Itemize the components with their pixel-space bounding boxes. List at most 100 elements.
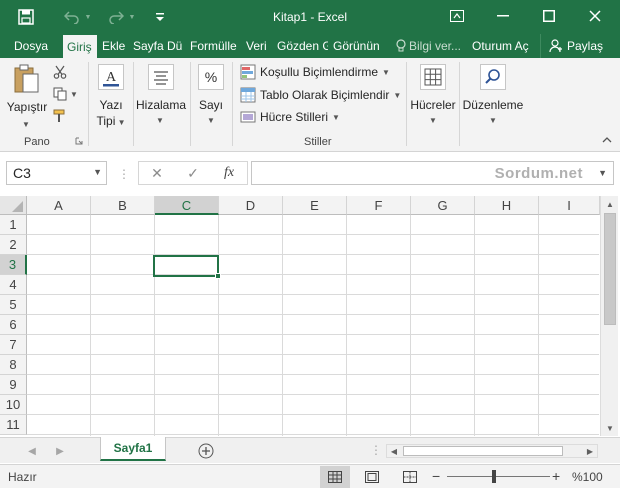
format-painter-icon[interactable] xyxy=(52,108,68,124)
column-header-g[interactable]: G xyxy=(411,196,475,215)
insert-function-icon[interactable]: fx xyxy=(217,164,241,182)
column-header-c[interactable]: C xyxy=(155,196,219,215)
tab-page-layout[interactable]: Sayfa Dü xyxy=(129,34,185,58)
row-header-1[interactable]: 1 xyxy=(0,215,27,235)
dialog-launcher-icon[interactable] xyxy=(74,136,84,146)
confirm-entry-icon[interactable]: ✓ xyxy=(181,164,205,182)
cells-label[interactable]: Hücreler xyxy=(409,98,457,113)
zoom-out-icon[interactable]: − xyxy=(432,468,440,484)
row-header-6[interactable]: 6 xyxy=(0,315,27,335)
format-as-table-button[interactable]: Tablo Olarak Biçimlendir ▼ xyxy=(240,85,401,105)
select-all-button[interactable] xyxy=(0,196,27,215)
column-header-a[interactable]: A xyxy=(27,196,91,215)
share-button[interactable]: Paylaş xyxy=(540,34,620,58)
expand-formula-bar-icon[interactable]: ▼ xyxy=(598,168,607,178)
tab-review[interactable]: Gözden G xyxy=(273,34,328,58)
page-layout-view-icon[interactable] xyxy=(357,466,387,488)
cell-area[interactable] xyxy=(27,215,599,436)
alignment-label[interactable]: Hizalama xyxy=(135,98,187,113)
cancel-entry-icon[interactable]: ✕ xyxy=(145,164,169,182)
page-break-preview-icon[interactable] xyxy=(395,466,425,488)
font-label-line1[interactable]: Yazı xyxy=(92,98,130,113)
name-box-dropdown-icon[interactable]: ▼ xyxy=(93,167,102,177)
number-format-icon[interactable]: % xyxy=(196,62,226,92)
number-dropdown-icon[interactable]: ▼ xyxy=(207,114,215,126)
scroll-down-icon[interactable]: ▼ xyxy=(601,420,619,436)
add-sheet-icon[interactable] xyxy=(198,443,214,459)
alignment-dropdown-icon[interactable]: ▼ xyxy=(156,114,164,126)
active-cell[interactable] xyxy=(153,255,221,279)
normal-view-icon[interactable] xyxy=(320,466,350,488)
alignment-icon[interactable] xyxy=(146,62,176,92)
row-header-3[interactable]: 3 xyxy=(0,255,27,275)
row-header-7[interactable]: 7 xyxy=(0,335,27,355)
minimize-icon[interactable] xyxy=(480,0,526,32)
column-header-b[interactable]: B xyxy=(91,196,155,215)
scroll-right-icon[interactable]: ▶ xyxy=(583,445,597,457)
row-header-10[interactable]: 10 xyxy=(0,395,27,415)
cut-icon[interactable] xyxy=(52,64,68,80)
column-header-i[interactable]: I xyxy=(539,196,600,215)
zoom-slider-track[interactable] xyxy=(447,476,550,477)
row-header-8[interactable]: 8 xyxy=(0,355,27,375)
column-header-h[interactable]: H xyxy=(475,196,539,215)
horizontal-scroll-thumb[interactable] xyxy=(403,446,563,456)
undo-dropdown-icon[interactable]: ▼ xyxy=(82,7,94,27)
tab-insert[interactable]: Ekle xyxy=(98,34,128,58)
row-header-11[interactable]: 11 xyxy=(0,415,27,435)
ribbon-display-options-icon[interactable] xyxy=(434,0,480,32)
redo-dropdown-icon[interactable]: ▼ xyxy=(126,7,138,27)
tab-home[interactable]: Giriş xyxy=(63,35,97,58)
paste-icon[interactable] xyxy=(12,64,42,94)
customize-qat-icon[interactable] xyxy=(150,7,170,27)
maximize-icon[interactable] xyxy=(526,0,572,32)
formula-bar-splitter-icon[interactable]: ⋮ xyxy=(118,167,130,181)
paste-button-label[interactable]: Yapıştır xyxy=(5,100,49,115)
cells-dropdown-icon[interactable]: ▼ xyxy=(429,114,437,126)
font-label-line2[interactable]: Tipi ▼ xyxy=(92,114,130,130)
sheet-prev-icon[interactable]: ◀ xyxy=(24,443,40,459)
tab-file[interactable]: Dosya xyxy=(10,34,52,58)
conditional-formatting-button[interactable]: Koşullu Biçimlendirme ▼ xyxy=(240,62,390,82)
paste-dropdown-icon[interactable]: ▼ xyxy=(22,118,30,130)
scroll-left-icon[interactable]: ◀ xyxy=(387,445,401,457)
tab-view[interactable]: Görünün xyxy=(329,34,383,58)
zoom-in-icon[interactable]: + xyxy=(552,468,560,484)
column-header-f[interactable]: F xyxy=(347,196,411,215)
zoom-slider-knob[interactable] xyxy=(492,470,496,483)
tab-formulas[interactable]: Formülle xyxy=(186,34,241,58)
save-icon[interactable] xyxy=(16,7,36,27)
vertical-scroll-thumb[interactable] xyxy=(604,213,616,325)
copy-dropdown-icon[interactable]: ▼ xyxy=(70,88,78,100)
row-header-9[interactable]: 9 xyxy=(0,375,27,395)
collapse-ribbon-icon[interactable] xyxy=(600,134,614,146)
row-header-5[interactable]: 5 xyxy=(0,295,27,315)
copy-icon[interactable] xyxy=(52,86,68,102)
cell-styles-button[interactable]: Hücre Stilleri ▼ xyxy=(240,107,340,127)
fill-handle[interactable] xyxy=(215,273,221,279)
redo-icon[interactable] xyxy=(106,7,126,27)
editing-label[interactable]: Düzenleme xyxy=(461,98,525,113)
zoom-level[interactable]: %100 xyxy=(572,470,603,484)
name-box[interactable]: C3 ▼ xyxy=(6,161,107,185)
row-header-2[interactable]: 2 xyxy=(0,235,27,255)
tab-split-handle-icon[interactable]: ⋮ xyxy=(370,443,382,457)
column-header-e[interactable]: E xyxy=(283,196,347,215)
column-header-d[interactable]: D xyxy=(219,196,283,215)
sign-in-link[interactable]: Oturum Aç xyxy=(468,34,536,58)
tab-data[interactable]: Veri xyxy=(242,34,272,58)
vertical-scrollbar[interactable]: ▲ ▼ xyxy=(600,196,618,436)
sheet-tab[interactable]: Sayfa1 xyxy=(100,437,166,461)
scroll-up-icon[interactable]: ▲ xyxy=(601,196,619,212)
close-icon[interactable] xyxy=(572,0,618,32)
formula-input[interactable]: Sordum.net ▼ xyxy=(251,161,614,185)
sheet-next-icon[interactable]: ▶ xyxy=(52,443,68,459)
number-label[interactable]: Sayı xyxy=(194,98,228,113)
undo-icon[interactable] xyxy=(62,7,82,27)
font-icon[interactable]: A xyxy=(96,62,126,92)
row-header-4[interactable]: 4 xyxy=(0,275,27,295)
editing-dropdown-icon[interactable]: ▼ xyxy=(489,114,497,126)
cells-icon[interactable] xyxy=(418,62,448,92)
tab-tell-me[interactable]: Bilgi ver... xyxy=(392,34,466,58)
horizontal-scrollbar[interactable]: ◀ ▶ xyxy=(386,444,598,458)
